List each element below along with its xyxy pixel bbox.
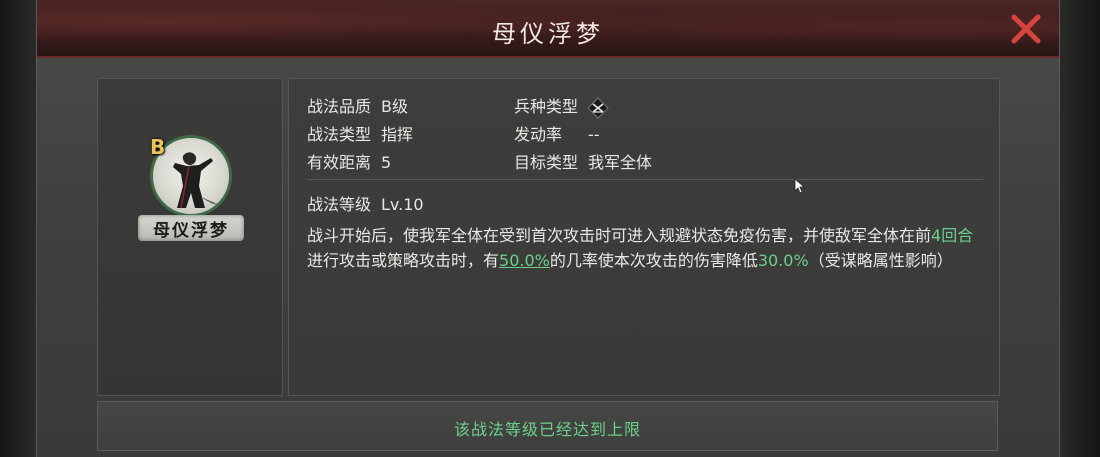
level-label: 战法等级 xyxy=(307,195,372,214)
reduction-highlight: 30.0% xyxy=(757,251,809,270)
tactic-detail-dialog: 母仪浮梦 B 母仪浮梦 战法品质 B级 兵种类型 战法类型 指挥 发动率 -- … xyxy=(36,0,1060,457)
target-label: 目标类型 xyxy=(514,153,579,172)
tactic-name-plate: 母仪浮梦 xyxy=(138,215,244,241)
level-row: 战法等级 Lv.10 xyxy=(307,191,424,215)
quality-value: B级 xyxy=(381,97,408,116)
chance-highlight[interactable]: 50.0% xyxy=(499,251,550,270)
range-value: 5 xyxy=(381,153,392,172)
tactic-name: 母仪浮梦 xyxy=(153,221,229,241)
max-level-bar: 该战法等级已经达到上限 xyxy=(97,401,998,451)
tactic-type-row: 战法类型 指挥 xyxy=(307,121,413,145)
level-value: Lv.10 xyxy=(381,195,424,214)
trigger-rate-row: 发动率 -- xyxy=(514,121,600,145)
tactic-type-label: 战法类型 xyxy=(307,125,372,144)
info-divider xyxy=(307,179,983,180)
background-left-strip xyxy=(0,0,36,457)
max-level-status: 该战法等级已经达到上限 xyxy=(453,420,641,439)
grade-badge: B xyxy=(150,135,166,159)
title-bar: 母仪浮梦 xyxy=(37,0,1059,58)
target-value: 我军全体 xyxy=(588,153,653,172)
tactic-description: 战斗开始后，使我军全体在受到首次攻击时可进入规避状态免疫伤害，并使敌军全体在前4… xyxy=(307,223,983,273)
troop-row: 兵种类型 xyxy=(514,93,610,120)
description-text-3: 的几率使本次攻击的伤害降低 xyxy=(549,251,758,270)
troop-label: 兵种类型 xyxy=(514,97,579,116)
mouse-cursor-icon xyxy=(794,178,806,194)
quality-label: 战法品质 xyxy=(307,97,372,116)
rounds-highlight: 4回合 xyxy=(931,226,974,245)
description-text-1: 战斗开始后，使我军全体在受到首次攻击时可进入规避状态免疫伤害，并使敌军全体在前 xyxy=(307,226,932,245)
dialog-title: 母仪浮梦 xyxy=(492,20,604,48)
tactic-portrait-panel: B 母仪浮梦 xyxy=(97,78,283,396)
quality-row: 战法品质 B级 xyxy=(307,93,408,117)
background-right-strip xyxy=(1058,0,1100,457)
description-text-2: 进行攻击或策略攻击时，有 xyxy=(307,251,500,270)
tactic-info-panel: 战法品质 B级 兵种类型 战法类型 指挥 发动率 -- 有效距离 5 目标类型 我军全体 … xyxy=(288,78,1000,396)
tactic-type-value: 指挥 xyxy=(381,125,414,144)
close-x-icon xyxy=(1011,14,1041,44)
troop-type-icon xyxy=(586,96,610,120)
trigger-rate-value: -- xyxy=(588,125,600,144)
description-text-4: （受谋略属性影响） xyxy=(808,251,953,270)
range-label: 有效距离 xyxy=(307,153,372,172)
target-row: 目标类型 我军全体 xyxy=(514,149,652,173)
trigger-rate-label: 发动率 xyxy=(514,125,563,144)
close-button[interactable] xyxy=(1009,12,1043,46)
range-row: 有效距离 5 xyxy=(307,149,391,173)
